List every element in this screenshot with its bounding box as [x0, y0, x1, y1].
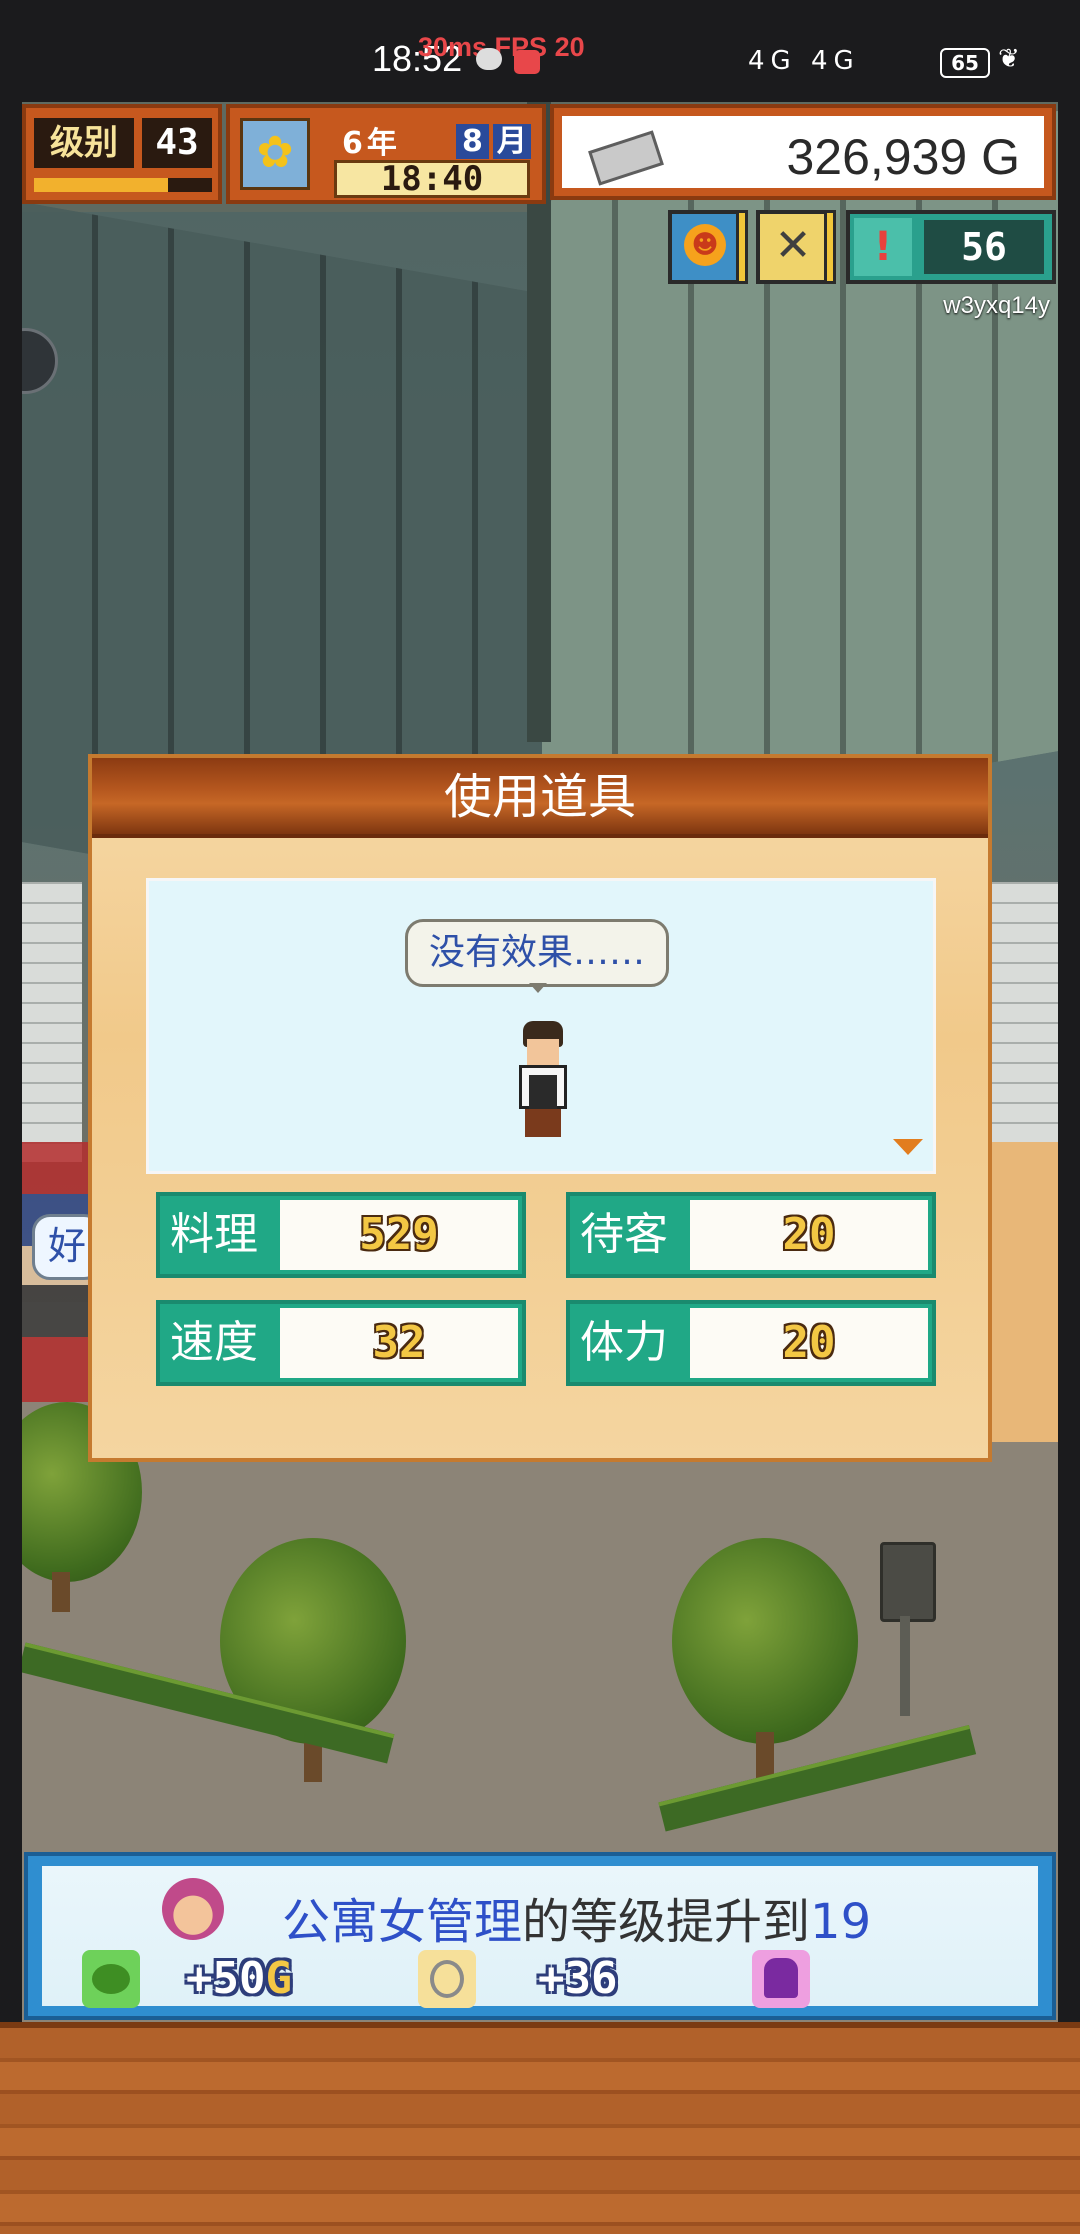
year-label: 年 — [366, 126, 397, 161]
bottom-wood-panel[interactable] — [0, 2022, 1080, 2234]
purple-figure-icon — [752, 1950, 810, 2008]
notice-subject: 公寓女管理 — [282, 1894, 523, 1950]
dialog-title: 使用道具 — [443, 769, 636, 825]
level-label: 级别 — [34, 118, 134, 168]
stat-cooking: 料理 529 — [156, 1192, 526, 1278]
stat-speed: 速度 32 — [156, 1300, 526, 1386]
notice-middle: 的等级提升到 — [522, 1894, 811, 1950]
wechat-icon — [476, 48, 502, 70]
month-label: 月 — [492, 124, 531, 159]
signal-icons: 4G 4G — [748, 46, 860, 76]
spoon-icon — [418, 1950, 476, 2008]
stat-value: 32 — [372, 1317, 426, 1368]
manager-avatar — [162, 1878, 224, 1940]
knife-fork-icon: ✕ — [774, 220, 812, 271]
money-amount: 326,939 G — [786, 129, 1020, 185]
traffic-light-pole — [900, 1616, 910, 1716]
date-panel[interactable]: ✿ 6年 8月 18:40 — [226, 104, 546, 204]
month-value: 8 — [456, 124, 489, 159]
sunflower-icon: ✿ — [240, 118, 310, 190]
stat-value: 529 — [359, 1209, 439, 1260]
notice-message: 公寓女管理的等级提升到19 — [282, 1882, 871, 1952]
record-icon — [514, 50, 540, 74]
reward-gold: +50G — [186, 1950, 292, 2012]
reward-gold-unit: G — [265, 1953, 292, 2004]
notice-level: 19 — [810, 1894, 872, 1950]
stat-label: 体力 — [580, 1317, 668, 1368]
level-progress-fill — [34, 178, 168, 192]
chef-character — [511, 1021, 575, 1139]
year-value: 6 — [342, 126, 363, 161]
dialog-scene[interactable]: 没有效果…… — [146, 878, 936, 1174]
stat-label: 料理 — [170, 1209, 258, 1260]
stat-value: 20 — [782, 1209, 836, 1260]
money-panel[interactable]: 326,939 G — [550, 104, 1056, 200]
tile-wall-left — [22, 882, 82, 1162]
gold-bag-icon — [82, 1950, 140, 2008]
level-up-notice[interactable]: 公寓女管理的等级提升到19 +50G +36 — [24, 1852, 1056, 2020]
reward-cooking: +36 — [538, 1953, 618, 2004]
mood-gauge — [736, 210, 748, 284]
chef-legs — [525, 1109, 561, 1137]
mood-face-icon: ☻ — [684, 224, 726, 266]
level-panel[interactable]: 级别 43 — [22, 104, 222, 204]
stat-value: 20 — [782, 1317, 836, 1368]
year-display: 6年 — [342, 118, 397, 162]
player-username: w3yxq14y — [943, 292, 1050, 319]
alert-count: 56 — [924, 220, 1044, 274]
use-item-dialog: 使用道具 没有效果…… 料理 529 待客 20 速度 32 体力 20 — [88, 754, 992, 1462]
next-arrow-icon[interactable] — [893, 1139, 923, 1155]
stat-service: 待客 20 — [566, 1192, 936, 1278]
battery-icon: 65 — [940, 48, 990, 78]
tools-gauge — [824, 210, 836, 284]
mood-button[interactable]: ☻ — [668, 210, 742, 284]
leaf-icon: ❦ — [998, 44, 1020, 74]
stat-value-box: 20 — [690, 1200, 928, 1270]
status-bar: 18:52 30ms FPS 20 4G 4G 65 ❦ — [0, 0, 1080, 102]
alert-button[interactable]: ! 56 — [846, 210, 1056, 284]
money-panel-inner: 326,939 G — [562, 116, 1044, 188]
notice-inner: 公寓女管理的等级提升到19 +50G +36 — [42, 1866, 1038, 2008]
stat-stamina: 体力 20 — [566, 1300, 936, 1386]
tree-icon — [672, 1538, 858, 1744]
tools-button[interactable]: ✕ — [756, 210, 830, 284]
traffic-light-icon — [880, 1542, 936, 1622]
chef-apron — [529, 1075, 557, 1111]
speech-bubble: 没有效果…… — [405, 919, 669, 987]
stat-value-box: 529 — [280, 1200, 518, 1270]
stat-value-box: 20 — [690, 1308, 928, 1378]
reward-gold-value: +50 — [186, 1953, 266, 2004]
month-display: 8月 — [456, 116, 531, 160]
chef-face — [527, 1039, 559, 1065]
stat-value-box: 32 — [280, 1308, 518, 1378]
alert-icon: ! — [854, 218, 912, 276]
level-value: 43 — [142, 118, 212, 168]
tree-trunk — [52, 1572, 70, 1612]
gold-bar-icon — [588, 130, 664, 186]
game-clock: 18:40 — [334, 160, 530, 198]
stat-label: 速度 — [170, 1317, 258, 1368]
speech-bubble-tail — [529, 983, 547, 993]
tile-wall-right — [982, 882, 1058, 1142]
level-progress-bar — [34, 178, 212, 192]
stat-label: 待客 — [580, 1209, 668, 1260]
